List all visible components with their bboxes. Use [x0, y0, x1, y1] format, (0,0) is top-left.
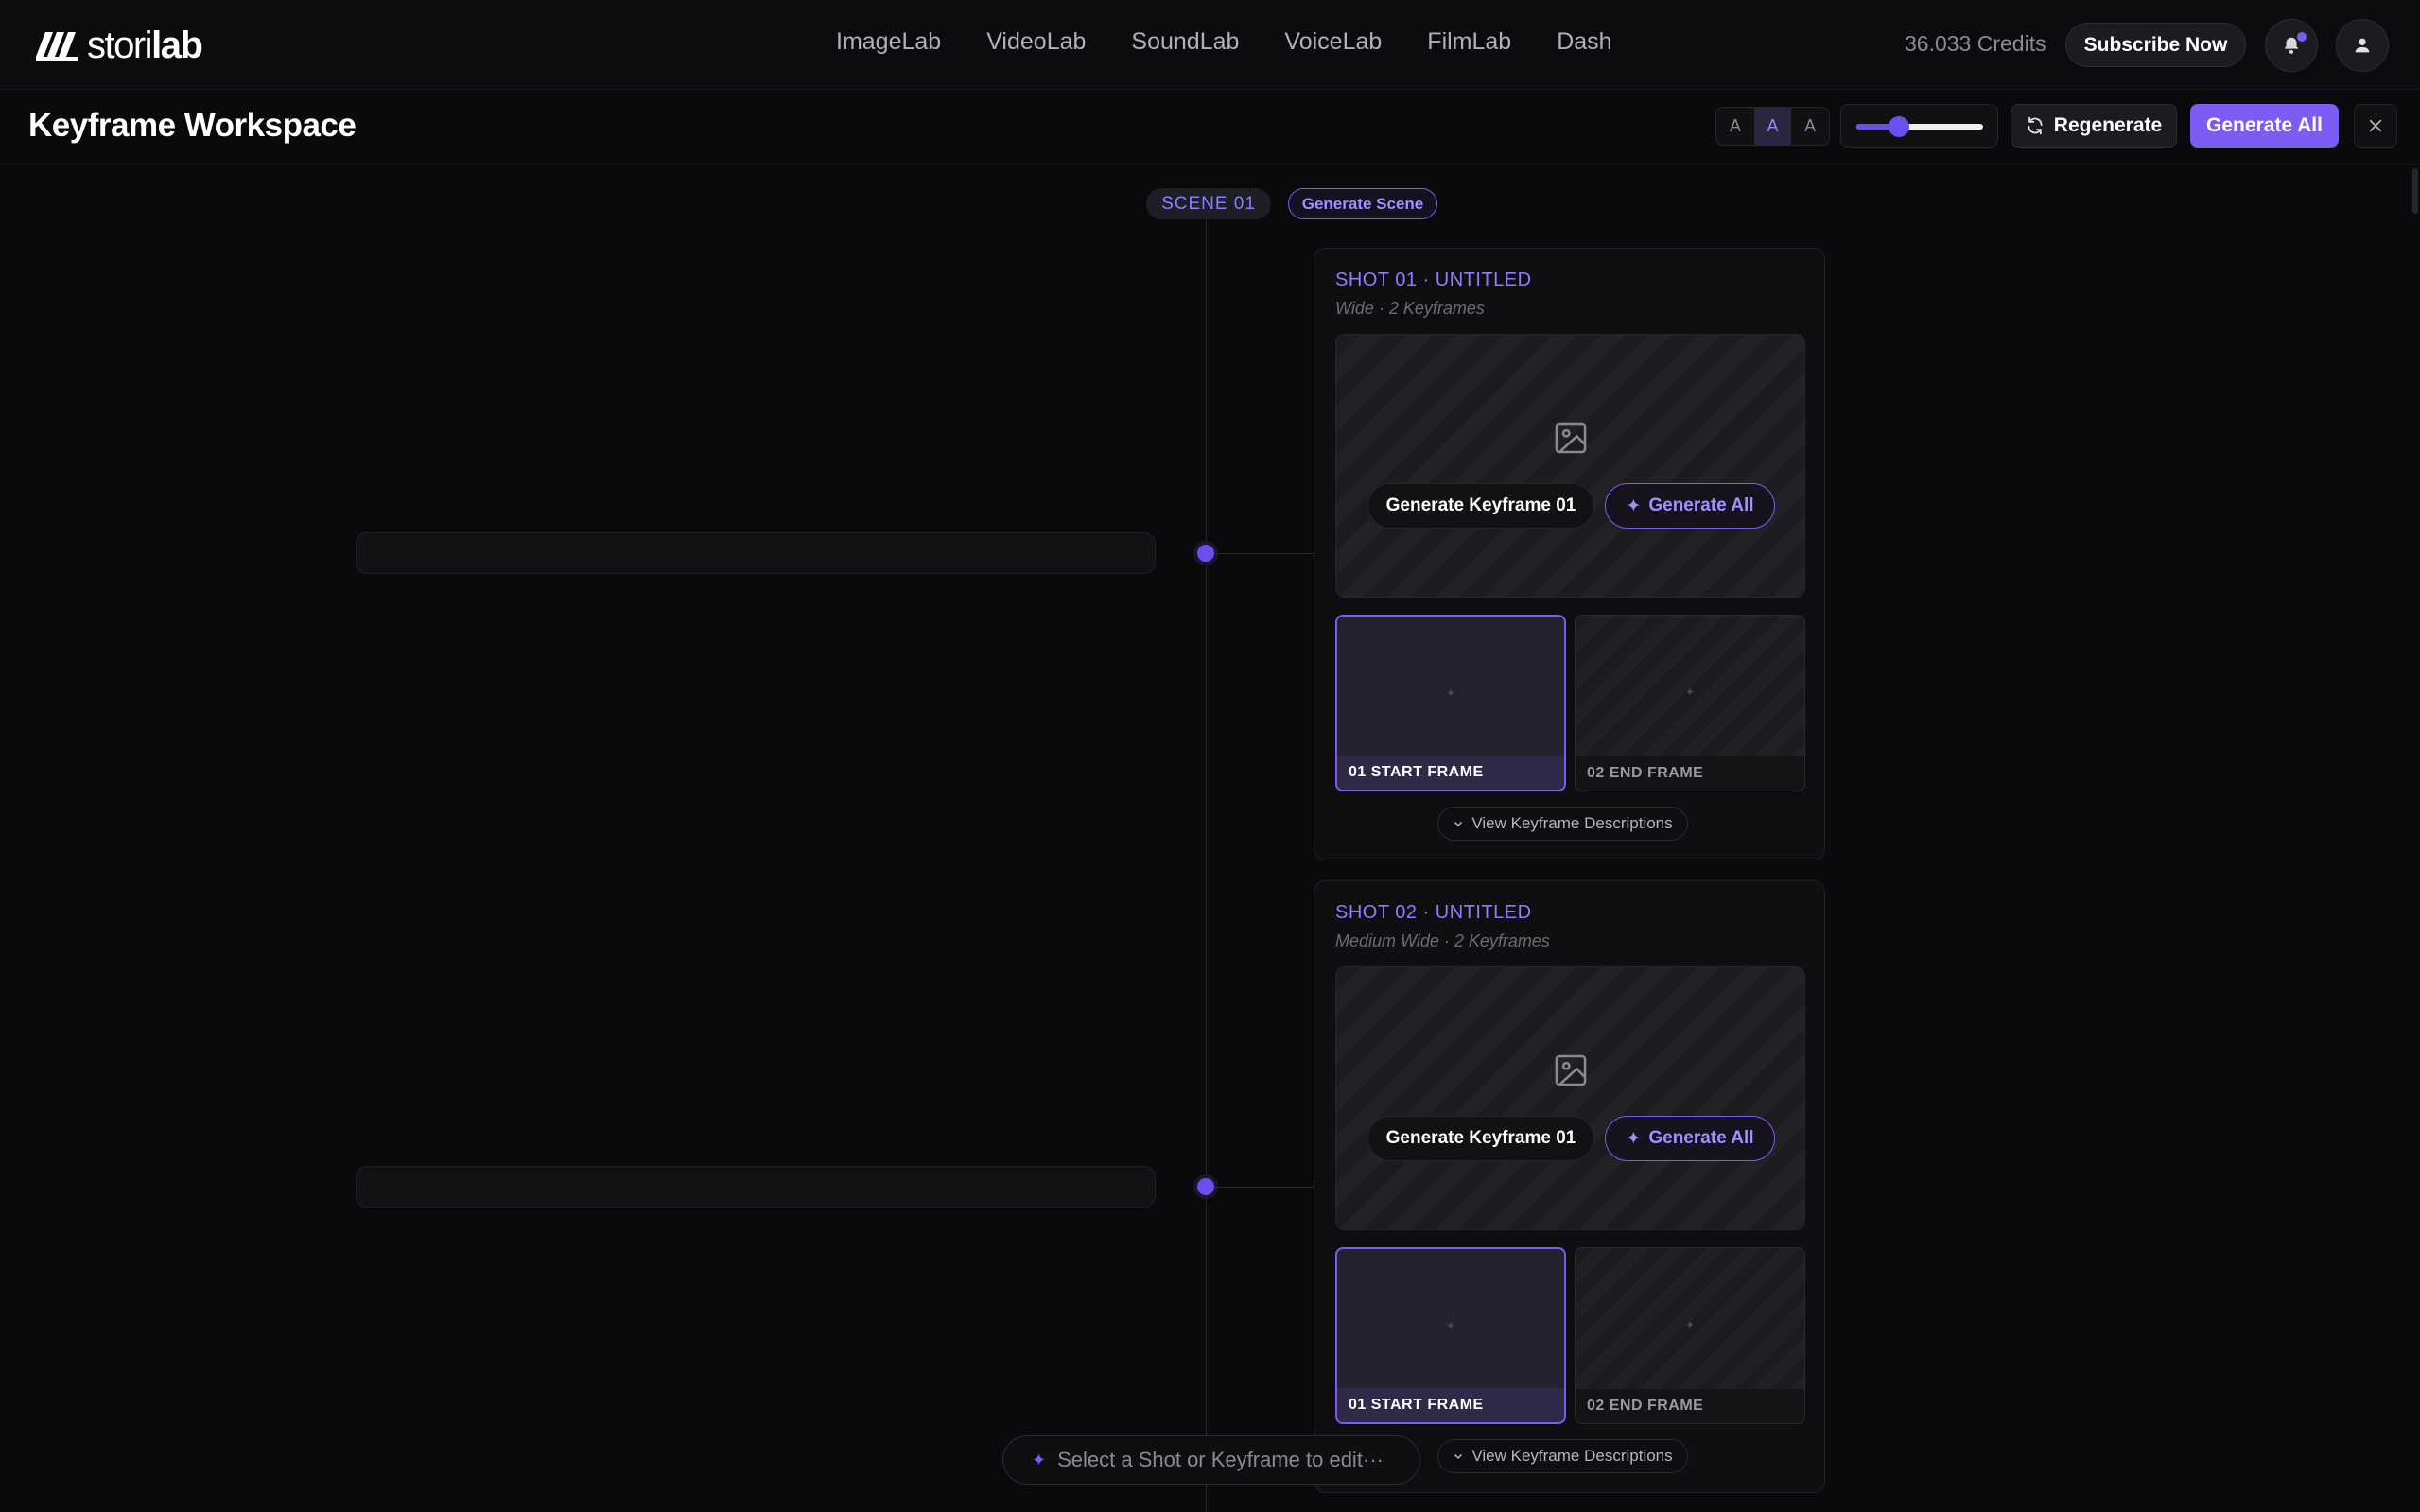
- card-size-toggle: A A A: [1715, 107, 1830, 146]
- chevron-down-icon: [1454, 1453, 1463, 1460]
- keyframe-start-tile[interactable]: ✦ 01 START FRAME: [1335, 1247, 1566, 1424]
- zoom-slider-container: [1840, 104, 1998, 148]
- regenerate-button[interactable]: Regenerate: [2011, 104, 2177, 148]
- view-keyframe-descriptions-button[interactable]: View Keyframe Descriptions: [1437, 807, 1688, 841]
- shot-title: SHOT 01 · UNTITLED: [1335, 269, 1532, 290]
- close-icon: [2369, 119, 2382, 132]
- frame-label: 01 START FRAME: [1337, 1388, 1564, 1422]
- refresh-icon: [2028, 116, 2043, 135]
- sparkle-icon: ✦: [1626, 1128, 1642, 1149]
- timeline-node[interactable]: [1197, 545, 1214, 562]
- timeline-node[interactable]: [1197, 1178, 1214, 1195]
- frame-label: 01 START FRAME: [1337, 756, 1564, 790]
- timeline-connector: [1214, 553, 1314, 554]
- shot-generate-all-label: Generate All: [1648, 1128, 1754, 1148]
- keyframe-end-tile[interactable]: ✦ 02 END FRAME: [1575, 615, 1805, 791]
- shot-title: SHOT 02 · UNTITLED: [1335, 902, 1532, 923]
- view-descriptions-label: View Keyframe Descriptions: [1471, 814, 1673, 832]
- image-icon: [1555, 422, 1587, 454]
- nav-soundlab[interactable]: SoundLab: [1131, 28, 1239, 56]
- notifications-button[interactable]: [2265, 19, 2318, 72]
- keyframe-end-tile[interactable]: ✦ 02 END FRAME: [1575, 1247, 1805, 1424]
- sparkle-icon: ✦: [1684, 686, 1696, 699]
- generate-keyframe-button[interactable]: Generate Keyframe 01: [1367, 483, 1594, 529]
- shot-generate-all-button[interactable]: ✦ Generate All: [1605, 483, 1775, 529]
- shot-generate-all-label: Generate All: [1648, 495, 1754, 515]
- credits-balance: 36.033 Credits: [1905, 31, 2046, 56]
- timeline-connector: [1214, 1187, 1314, 1188]
- page-title: Keyframe Workspace: [28, 107, 357, 144]
- view-descriptions-label: View Keyframe Descriptions: [1471, 1447, 1673, 1465]
- logo-mark-icon: [36, 32, 78, 61]
- storilab-logo[interactable]: storilab: [34, 24, 203, 66]
- nav-filmlab[interactable]: FilmLab: [1427, 28, 1511, 56]
- scrollbar-thumb[interactable]: [2412, 168, 2418, 214]
- workspace-header: Keyframe Workspace A A A Regenerate Gene…: [0, 91, 2420, 165]
- edit-prompt-placeholder: Select a Shot or Keyframe to edit···: [1057, 1448, 1384, 1471]
- shot-card[interactable]: SHOT 02 · UNTITLED Medium Wide · 2 Keyfr…: [1314, 880, 1825, 1493]
- edit-prompt-bar[interactable]: ✦ Select a Shot or Keyframe to edit···: [1002, 1435, 1420, 1485]
- shot-meta: Medium Wide · 2 Keyframes: [1335, 931, 1550, 950]
- main-nav: ImageLab VideoLab SoundLab VoiceLab Film…: [836, 28, 1612, 56]
- scene-label: SCENE 01: [1146, 188, 1271, 219]
- keyframe-preview: Generate Keyframe 01 ✦ Generate All: [1335, 966, 1805, 1230]
- sparkle-icon: ✦: [1684, 1318, 1696, 1331]
- size-option-medium[interactable]: A: [1753, 108, 1792, 145]
- image-icon: [1555, 1054, 1587, 1086]
- shot-description-bar[interactable]: [356, 1166, 1156, 1208]
- size-option-small[interactable]: A: [1716, 108, 1754, 145]
- shot-generate-all-button[interactable]: ✦ Generate All: [1605, 1116, 1775, 1161]
- close-workspace-button[interactable]: [2354, 104, 2397, 148]
- logo-text: storilab: [87, 24, 203, 66]
- view-keyframe-descriptions-button[interactable]: View Keyframe Descriptions: [1437, 1439, 1688, 1473]
- nav-imagelab[interactable]: ImageLab: [836, 28, 941, 56]
- sparkle-icon: ✦: [1032, 1450, 1047, 1469]
- nav-dash[interactable]: Dash: [1557, 28, 1611, 56]
- user-menu-button[interactable]: [2336, 19, 2389, 72]
- zoom-slider[interactable]: [1856, 116, 1983, 137]
- keyframe-start-tile[interactable]: ✦ 01 START FRAME: [1335, 615, 1566, 791]
- generate-keyframe-button[interactable]: Generate Keyframe 01: [1367, 1116, 1594, 1161]
- timeline-line: [1206, 197, 1207, 1512]
- nav-voicelab[interactable]: VoiceLab: [1284, 28, 1382, 56]
- user-icon: [2355, 38, 2370, 53]
- shot-meta: Wide · 2 Keyframes: [1335, 299, 1485, 318]
- sparkle-icon: ✦: [1445, 686, 1456, 700]
- regenerate-label: Regenerate: [2053, 114, 2163, 136]
- zoom-thumb[interactable]: [1888, 116, 1909, 137]
- subscribe-button[interactable]: Subscribe Now: [2065, 23, 2246, 67]
- shot-description-bar[interactable]: [356, 532, 1156, 574]
- size-option-large[interactable]: A: [1791, 108, 1829, 145]
- shot-card[interactable]: SHOT 01 · UNTITLED Wide · 2 Keyframes Ge…: [1314, 248, 1825, 860]
- generate-all-button[interactable]: Generate All: [2190, 104, 2339, 148]
- sparkle-icon: ✦: [1445, 1319, 1456, 1332]
- generate-scene-button[interactable]: Generate Scene: [1288, 188, 1437, 219]
- sparkle-icon: ✦: [1626, 495, 1642, 516]
- notification-dot: [2297, 32, 2307, 42]
- chevron-down-icon: [1454, 821, 1463, 827]
- frame-label: 02 END FRAME: [1576, 756, 1804, 791]
- top-navigation: storilab ImageLab VideoLab SoundLab Voic…: [0, 0, 2420, 90]
- nav-videolab[interactable]: VideoLab: [986, 28, 1086, 56]
- frame-label: 02 END FRAME: [1576, 1389, 1804, 1423]
- keyframe-preview: Generate Keyframe 01 ✦ Generate All: [1335, 334, 1805, 598]
